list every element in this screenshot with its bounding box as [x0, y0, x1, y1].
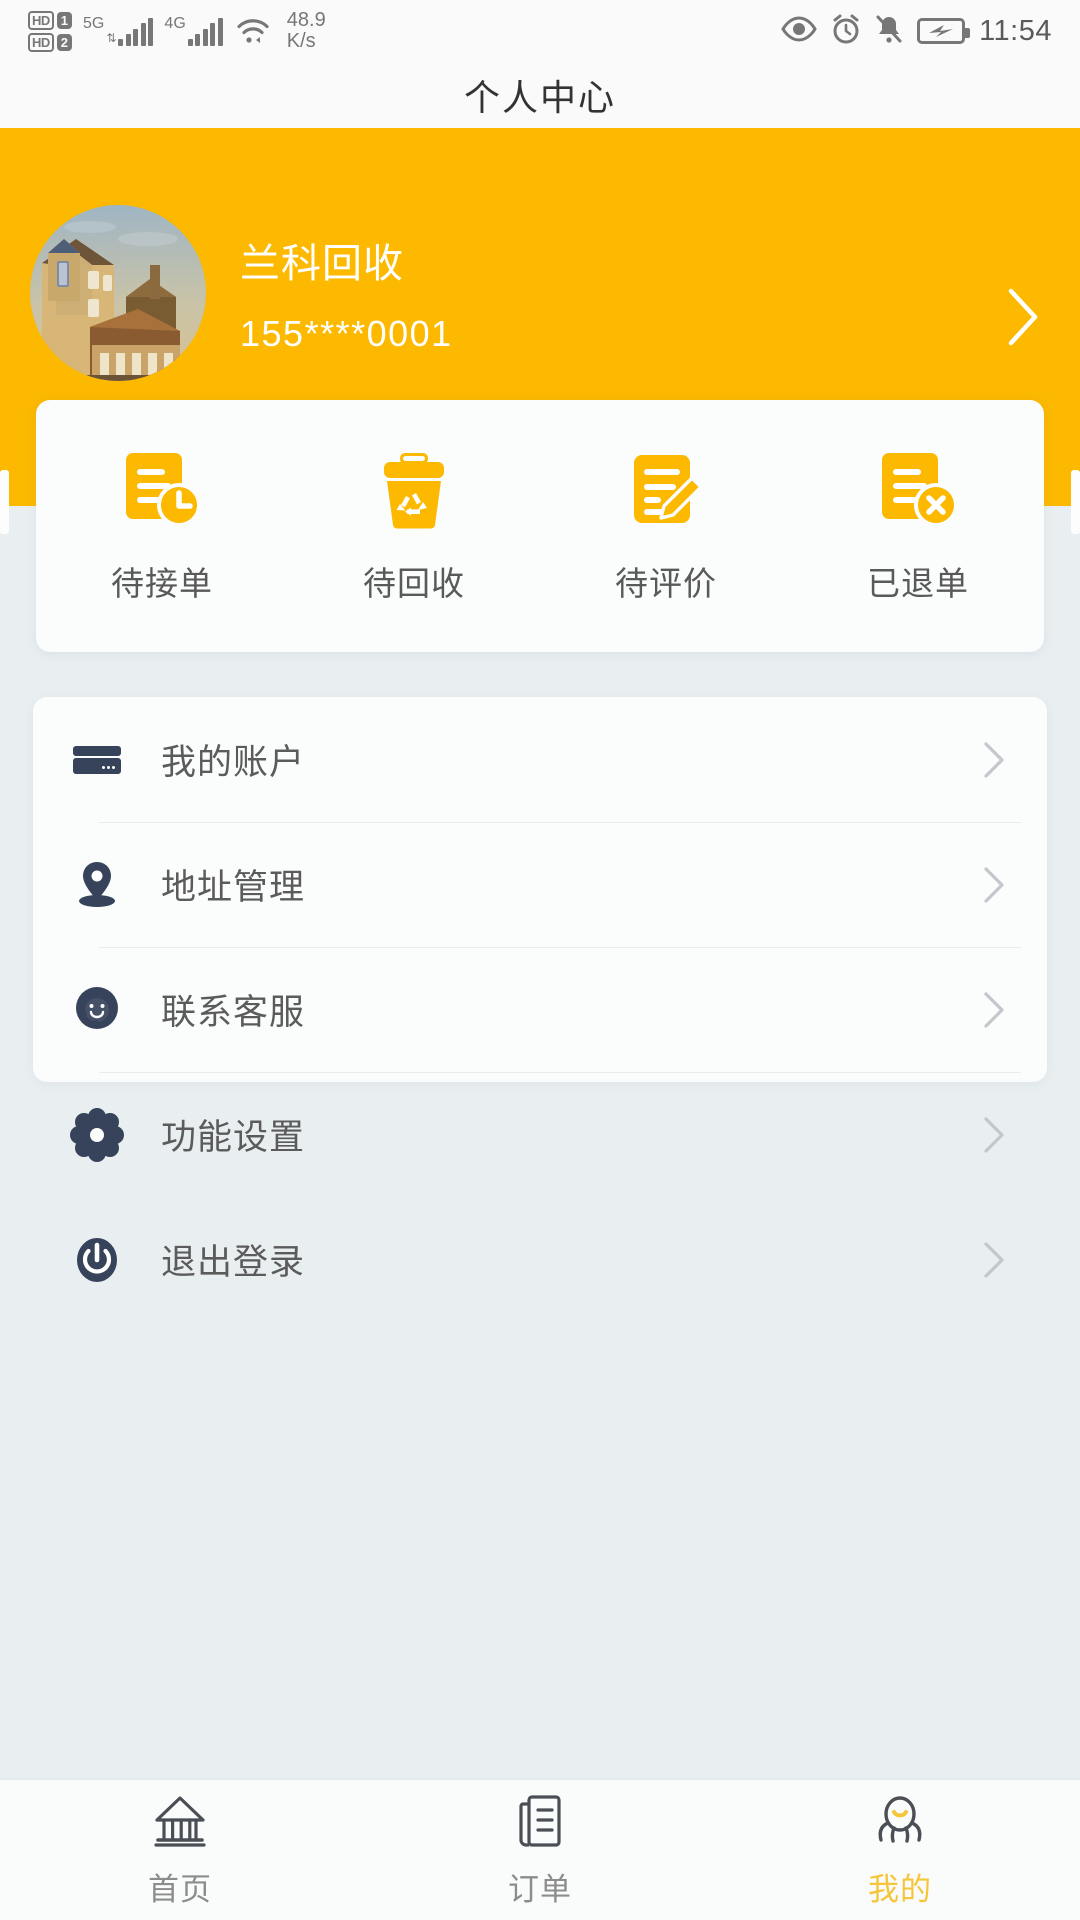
status-bar-left: HD 1 HD 2 5G ⇅ 4G 48.9 K/s [28, 10, 326, 52]
bottom-tab-bar: 首页 订单 我的 [0, 1778, 1080, 1920]
network-speed-value: 48.9 [286, 9, 326, 31]
personal-center-screen: HD 1 HD 2 5G ⇅ 4G 48.9 K/s 11:54 个人中心 兰科… [0, 0, 1080, 1920]
signal-group-sim2: 4G [162, 15, 223, 46]
network-type-sim2: 4G [164, 15, 186, 32]
data-arrows-icon: ⇅ [106, 31, 117, 45]
status-bar: HD 1 HD 2 5G ⇅ 4G 48.9 K/s 11:54 [0, 0, 1080, 62]
menu-card: 我的账户 地址管理 联系客服 功能设置 退出登录 [33, 697, 1047, 1282]
quick-action-label: 待评价 [615, 565, 717, 602]
quick-action-pending-order[interactable]: 待接单 [36, 447, 288, 605]
chevron-right-icon [983, 741, 1005, 779]
hd-badge-1: HD [28, 10, 54, 30]
menu-item-address-management[interactable]: 地址管理 [69, 822, 1021, 947]
menu-item-label: 我的账户 [161, 743, 306, 782]
menu-item-my-account[interactable]: 我的账户 [69, 697, 1011, 822]
tab-home[interactable]: 首页 [0, 1792, 360, 1909]
network-speed: 48.9 K/s [287, 10, 326, 52]
sim-number-1: 1 [56, 11, 73, 29]
quick-action-label: 待接单 [111, 565, 213, 602]
menu-item-logout[interactable]: 退出登录 [69, 1197, 1021, 1322]
wifi-icon [236, 17, 270, 45]
avatar-image [30, 205, 206, 381]
signal-bars-icon-1 [118, 18, 154, 46]
status-bar-clock: 11:54 [979, 14, 1052, 47]
doc-cancel-icon [876, 447, 960, 531]
power-icon [69, 1232, 125, 1288]
sim-number-2: 2 [56, 33, 73, 51]
card-edge-nub-right [1071, 470, 1080, 534]
chevron-right-icon [983, 1241, 1005, 1279]
page-title-bar: 个人中心 [0, 62, 1080, 128]
hd-badge-2: HD [28, 32, 54, 52]
profile-phone: 155****0001 [240, 313, 453, 354]
menu-item-label: 功能设置 [161, 1118, 306, 1157]
profile-row[interactable]: 兰科回收 155****0001 [30, 203, 1050, 383]
quick-action-label: 待回收 [363, 565, 465, 602]
alarm-icon [831, 14, 861, 49]
menu-item-settings[interactable]: 功能设置 [69, 1072, 1021, 1197]
sim1-hd-row: HD 1 [28, 10, 73, 30]
chevron-right-icon [983, 991, 1005, 1029]
profile-person-icon [870, 1792, 930, 1850]
doc-clock-icon [120, 447, 204, 531]
eye-icon [781, 15, 817, 47]
quick-actions-card: 待接单 待回收 待评价 已退单 [36, 400, 1044, 652]
tab-label: 我的 [868, 1871, 932, 1907]
quick-action-label: 已退单 [867, 565, 969, 602]
chevron-right-icon [983, 866, 1005, 904]
profile-name: 兰科回收 [240, 242, 404, 286]
menu-item-label: 退出登录 [161, 1243, 306, 1282]
order-list-icon [510, 1792, 570, 1850]
signal-group-sim1: 5G ⇅ [81, 15, 154, 46]
profile-info: 兰科回收 155****0001 [240, 231, 453, 355]
sim2-hd-row: HD 2 [28, 32, 73, 52]
battery-charging-icon [917, 18, 971, 44]
tab-mine[interactable]: 我的 [720, 1792, 1080, 1909]
quick-action-refunded[interactable]: 已退单 [792, 447, 1044, 605]
tab-label: 首页 [148, 1871, 212, 1907]
home-building-icon [150, 1792, 210, 1850]
network-type-sim1: 5G [83, 15, 105, 32]
credit-card-icon [69, 732, 125, 788]
gear-icon [69, 1107, 125, 1163]
tab-label: 订单 [508, 1871, 572, 1907]
status-bar-right: 11:54 [781, 14, 1052, 49]
menu-item-label: 联系客服 [161, 993, 306, 1032]
avatar[interactable] [30, 205, 206, 381]
recycle-bin-icon [372, 447, 456, 531]
page-title: 个人中心 [463, 77, 616, 118]
doc-pencil-icon [624, 447, 708, 531]
quick-action-pending-recycle[interactable]: 待回收 [288, 447, 540, 605]
bell-muted-icon [875, 14, 903, 49]
quick-action-pending-review[interactable]: 待评价 [540, 447, 792, 605]
signal-bars-icon-2 [187, 18, 223, 46]
menu-item-contact-support[interactable]: 联系客服 [69, 947, 1021, 1072]
location-pin-icon [69, 857, 125, 913]
headset-support-icon [69, 982, 125, 1038]
menu-item-label: 地址管理 [161, 868, 306, 907]
dual-sim-indicator: HD 1 HD 2 [28, 10, 73, 52]
card-edge-nub-left [0, 470, 9, 534]
chevron-right-icon [983, 1116, 1005, 1154]
tab-orders[interactable]: 订单 [360, 1792, 720, 1909]
chevron-right-icon[interactable] [1006, 287, 1040, 347]
network-speed-unit: K/s [286, 30, 316, 52]
